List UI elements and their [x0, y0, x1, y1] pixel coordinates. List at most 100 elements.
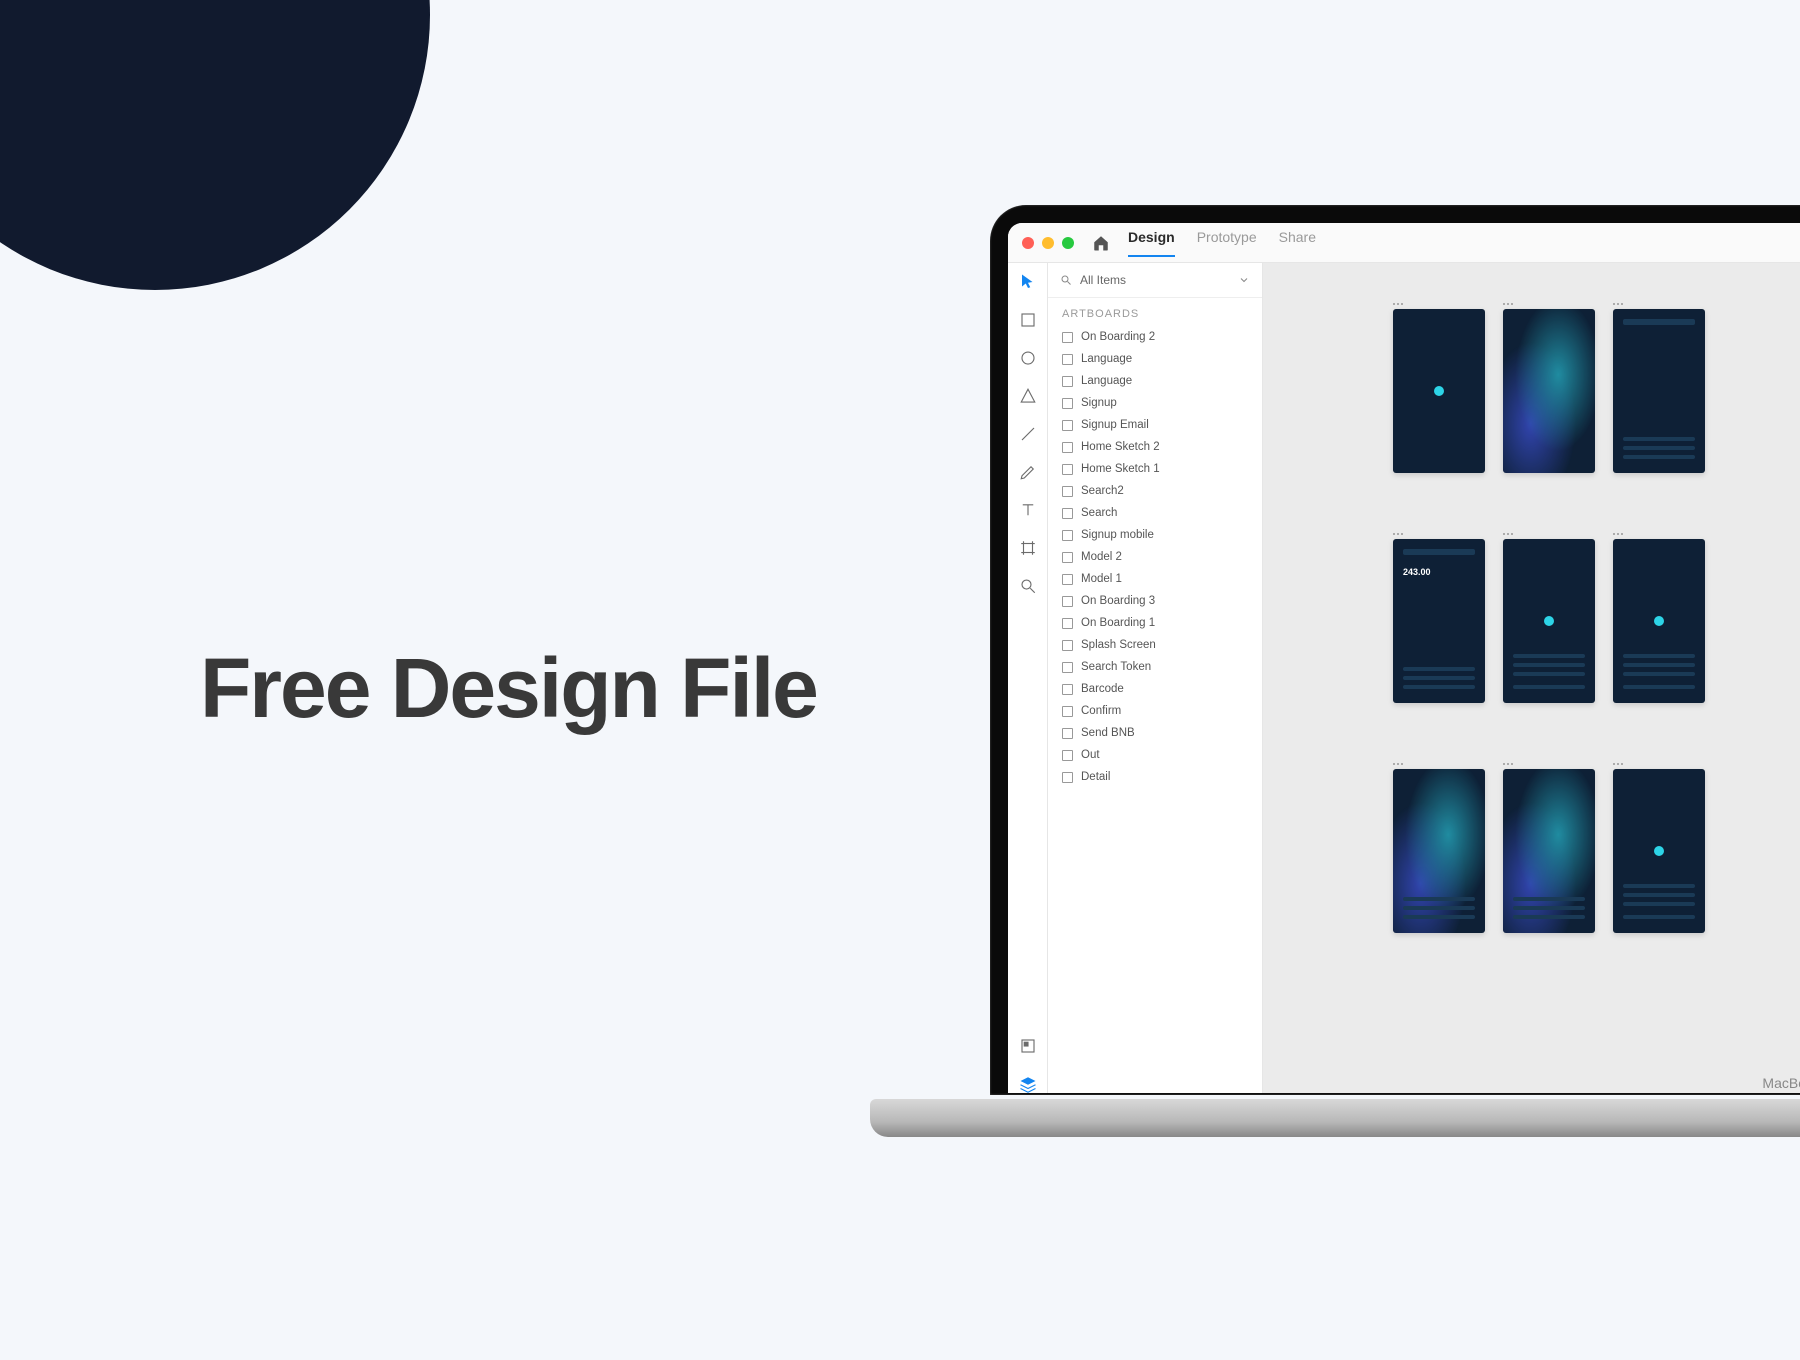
artboard-item-label: Signup Email: [1081, 419, 1149, 431]
artboard-item-label: Model 2: [1081, 551, 1122, 563]
artboard-list-item[interactable]: Search: [1048, 502, 1262, 524]
search-label: All Items: [1080, 273, 1230, 287]
artboard-thumbnail[interactable]: [1393, 769, 1485, 933]
artboard-item-label: Barcode: [1081, 683, 1124, 695]
artboard-list-item[interactable]: Signup mobile: [1048, 524, 1262, 546]
layers-panel: All Items ARTBOARDS On Boarding 2Languag…: [1048, 263, 1263, 1093]
artboard-item-label: Home Sketch 1: [1081, 463, 1160, 475]
artboard-item-label: Model 1: [1081, 573, 1122, 585]
tab-design[interactable]: Design: [1128, 229, 1175, 257]
polygon-tool-icon[interactable]: [1019, 387, 1037, 405]
chevron-down-icon: [1238, 274, 1250, 286]
artboard-thumbnail[interactable]: [1613, 539, 1705, 703]
artboard-list-item[interactable]: Language: [1048, 348, 1262, 370]
artboard-icon: [1062, 596, 1073, 607]
pen-tool-icon[interactable]: [1019, 463, 1037, 481]
artboard-icon: [1062, 376, 1073, 387]
artboard-list-item[interactable]: Language: [1048, 370, 1262, 392]
artboard-item-label: Detail: [1081, 771, 1110, 783]
artboard-handle-icon: [1613, 763, 1705, 765]
maximize-window-button[interactable]: [1062, 237, 1074, 249]
artboard-list-item[interactable]: Barcode: [1048, 678, 1262, 700]
select-tool-icon[interactable]: [1019, 273, 1037, 291]
artboard-thumbnail-wrap: [1613, 533, 1705, 703]
zoom-tool-icon[interactable]: [1019, 577, 1037, 595]
ellipse-tool-icon[interactable]: [1019, 349, 1037, 367]
artboard-handle-icon: [1503, 303, 1595, 305]
artboard-icon: [1062, 420, 1073, 431]
artboard-icon: [1062, 354, 1073, 365]
artboard-item-label: Language: [1081, 353, 1132, 365]
artboard-grid: 243.00: [1393, 303, 1800, 933]
artboard-list-item[interactable]: Home Sketch 1: [1048, 458, 1262, 480]
artboard-list-item[interactable]: Detail: [1048, 766, 1262, 788]
artboard-thumbnail[interactable]: 243.00: [1393, 539, 1485, 703]
search-icon: [1060, 274, 1072, 286]
home-icon[interactable]: [1092, 234, 1110, 252]
panel-search[interactable]: All Items: [1048, 263, 1262, 298]
artboard-list-item[interactable]: Out: [1048, 744, 1262, 766]
artboard-list-item[interactable]: Home Sketch 2: [1048, 436, 1262, 458]
canvas[interactable]: 243.00: [1263, 263, 1800, 1093]
window-controls: [1022, 237, 1074, 249]
artboard-handle-icon: [1393, 533, 1485, 535]
tab-prototype[interactable]: Prototype: [1197, 229, 1257, 257]
artboard-list-item[interactable]: Signup: [1048, 392, 1262, 414]
artboard-icon: [1062, 508, 1073, 519]
artboard-icon: [1062, 662, 1073, 673]
artboard-icon: [1062, 398, 1073, 409]
artboard-thumbnail[interactable]: [1613, 309, 1705, 473]
artboard-icon: [1062, 574, 1073, 585]
assets-panel-icon[interactable]: [1019, 1037, 1037, 1055]
mode-tabs: Design Prototype Share: [1128, 229, 1316, 257]
artboard-item-label: Signup mobile: [1081, 529, 1154, 541]
artboard-handle-icon: [1613, 533, 1705, 535]
text-tool-icon[interactable]: [1019, 501, 1037, 519]
artboard-list-item[interactable]: On Boarding 3: [1048, 590, 1262, 612]
artboard-list-item[interactable]: Model 1: [1048, 568, 1262, 590]
decorative-circle: [0, 0, 430, 290]
artboard-list-item[interactable]: Search Token: [1048, 656, 1262, 678]
artboard-icon: [1062, 706, 1073, 717]
artboard-list-item[interactable]: Splash Screen: [1048, 634, 1262, 656]
artboard-handle-icon: [1613, 303, 1705, 305]
minimize-window-button[interactable]: [1042, 237, 1054, 249]
artboard-list-item[interactable]: On Boarding 2: [1048, 326, 1262, 348]
page-headline: Free Design File: [200, 640, 817, 737]
artboard-item-label: On Boarding 3: [1081, 595, 1155, 607]
artboard-icon: [1062, 332, 1073, 343]
artboard-list-item[interactable]: Search2: [1048, 480, 1262, 502]
tab-share[interactable]: Share: [1279, 229, 1316, 257]
artboard-thumbnail[interactable]: [1613, 769, 1705, 933]
tool-strip: [1008, 263, 1048, 1093]
artboard-list-item[interactable]: Signup Email: [1048, 414, 1262, 436]
rectangle-tool-icon[interactable]: [1019, 311, 1037, 329]
layers-panel-icon[interactable]: [1019, 1075, 1037, 1093]
line-tool-icon[interactable]: [1019, 425, 1037, 443]
artboard-icon: [1062, 728, 1073, 739]
artboard-item-label: Out: [1081, 749, 1100, 761]
artboard-item-label: Search2: [1081, 485, 1124, 497]
artboard-icon: [1062, 750, 1073, 761]
artboard-thumbnail[interactable]: [1393, 309, 1485, 473]
artboard-list-item[interactable]: Confirm: [1048, 700, 1262, 722]
artboard-item-label: Send BNB: [1081, 727, 1135, 739]
artboard-thumbnail[interactable]: [1503, 309, 1595, 473]
artboard-list-item[interactable]: Model 2: [1048, 546, 1262, 568]
laptop-base: [870, 1099, 1800, 1137]
artboard-list-item[interactable]: On Boarding 1: [1048, 612, 1262, 634]
artboard-list-item[interactable]: Send BNB: [1048, 722, 1262, 744]
close-window-button[interactable]: [1022, 237, 1034, 249]
artboard-thumbnail-wrap: [1503, 533, 1595, 703]
artboard-tool-icon[interactable]: [1019, 539, 1037, 557]
artboard-icon: [1062, 640, 1073, 651]
artboard-handle-icon: [1393, 303, 1485, 305]
artboard-thumbnail-wrap: [1613, 303, 1705, 473]
artboard-item-label: Language: [1081, 375, 1132, 387]
artboard-thumbnail-wrap: [1393, 763, 1485, 933]
artboard-item-label: Signup: [1081, 397, 1117, 409]
artboard-thumbnail[interactable]: [1503, 769, 1595, 933]
artboard-item-label: Home Sketch 2: [1081, 441, 1160, 453]
artboard-thumbnail[interactable]: [1503, 539, 1595, 703]
artboard-icon: [1062, 772, 1073, 783]
